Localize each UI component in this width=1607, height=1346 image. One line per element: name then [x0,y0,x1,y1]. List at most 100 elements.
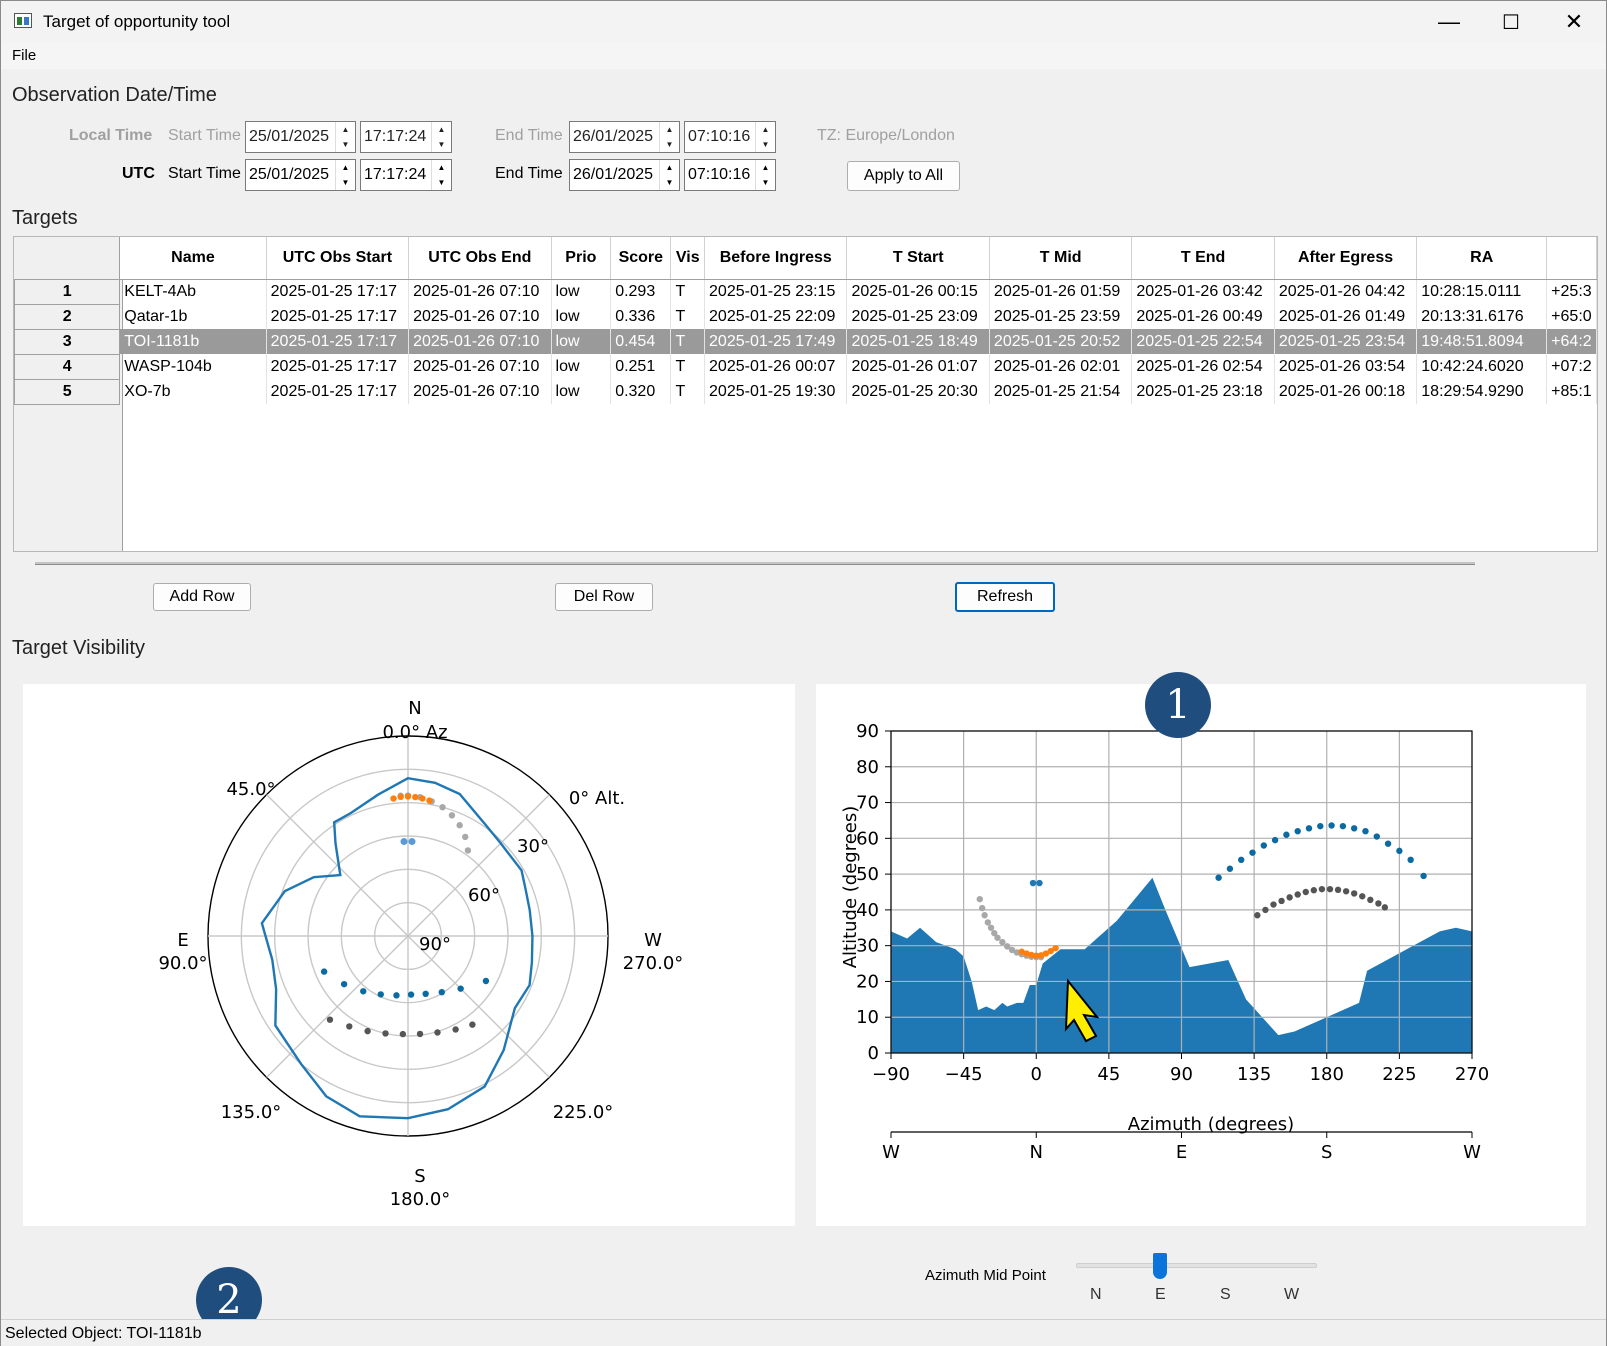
table-cell[interactable]: T [670,329,706,354]
table-cell[interactable]: 2025-01-25 18:49 [846,329,990,354]
table-cell[interactable]: KELT-4Ab [119,279,267,304]
spin-arrows[interactable]: ▲ ▼ [659,160,679,190]
table-cell[interactable]: 2025-01-25 22:09 [704,304,848,329]
table-cell[interactable]: +07:2 [1546,354,1597,379]
table-row[interactable]: 2 Qatar-1b 2025-01-25 17:17 2025-01-26 07:1… [14,304,1597,330]
spin-up-icon[interactable]: ▲ [336,122,355,137]
spin-down-icon[interactable]: ▼ [336,137,355,152]
table-cell[interactable]: +85:1 [1546,379,1597,404]
utc-end-time-input[interactable]: 07:10:16 ▲ ▼ [684,159,776,191]
column-header[interactable] [1546,237,1597,280]
spin-arrows[interactable]: ▲ ▼ [335,160,355,190]
spin-up-icon[interactable]: ▲ [432,122,451,137]
table-cell[interactable]: T [670,379,706,404]
azimuth-slider-handle[interactable] [1153,1253,1167,1279]
table-cell[interactable]: 2025-01-25 21:54 [989,379,1133,404]
table-cell[interactable]: 0.293 [610,279,672,304]
table-row[interactable]: 4 WASP-104b 2025-01-25 17:17 2025-01-26 07:… [14,354,1597,380]
row-header[interactable]: 5 [14,379,121,405]
table-cell[interactable]: low [551,329,612,354]
table-cell[interactable]: 2025-01-26 00:18 [1274,379,1418,404]
table-cell[interactable]: 2025-01-25 23:09 [846,304,990,329]
table-cell[interactable]: +25:3 [1546,279,1597,304]
table-cell[interactable]: 2025-01-25 23:54 [1274,329,1418,354]
column-header[interactable]: T Mid [989,237,1133,280]
table-cell[interactable]: 2025-01-25 17:17 [266,304,410,329]
table-cell[interactable]: 18:29:54.9290 [1416,379,1548,404]
table-cell[interactable]: 2025-01-25 22:54 [1131,329,1275,354]
del-row-button[interactable]: Del Row [555,583,653,611]
local-start-time-input[interactable]: 17:17:24 ▲ ▼ [360,121,452,153]
table-cell[interactable]: 2025-01-26 00:15 [846,279,990,304]
table-cell[interactable]: 2025-01-26 07:10 [408,279,552,304]
table-cell[interactable]: 2025-01-26 03:42 [1131,279,1275,304]
table-row[interactable]: 1 KELT-4Ab 2025-01-25 17:17 2025-01-26 07:1… [14,279,1597,305]
spin-down-icon[interactable]: ▼ [756,175,775,190]
table-cell[interactable]: 2025-01-26 01:59 [989,279,1133,304]
table-cell[interactable]: 2025-01-26 02:01 [989,354,1133,379]
spin-arrows[interactable]: ▲ ▼ [659,122,679,152]
table-cell[interactable]: 2025-01-26 07:10 [408,304,552,329]
azimuth-slider-track[interactable] [1076,1263,1317,1268]
table-cell[interactable]: Qatar-1b [119,304,267,329]
column-header[interactable]: UTC Obs End [408,237,552,280]
table-cell[interactable]: 2025-01-26 01:07 [846,354,990,379]
table-cell[interactable]: 2025-01-25 20:30 [846,379,990,404]
table-cell[interactable]: 2025-01-26 07:10 [408,354,552,379]
table-cell[interactable]: low [551,379,612,404]
close-button[interactable]: ✕ [1544,5,1604,39]
table-cell[interactable]: 2025-01-25 17:17 [266,379,410,404]
column-header[interactable]: After Egress [1274,237,1418,280]
table-cell[interactable]: 2025-01-26 00:07 [704,354,848,379]
table-cell[interactable]: low [551,279,612,304]
column-header[interactable]: Before Ingress [704,237,848,280]
column-header[interactable]: T Start [846,237,990,280]
local-start-date-input[interactable]: 25/01/2025 ▲ ▼ [245,121,356,153]
table-row[interactable]: 3 TOI-1181b 2025-01-25 17:17 2025-01-26 07:… [14,329,1597,355]
spin-up-icon[interactable]: ▲ [432,160,451,175]
column-header[interactable]: T End [1131,237,1275,280]
table-cell[interactable]: 2025-01-26 07:10 [408,329,552,354]
table-cell[interactable]: 2025-01-25 19:30 [704,379,848,404]
table-cell[interactable]: 2025-01-26 07:10 [408,379,552,404]
table-cell[interactable]: WASP-104b [119,354,267,379]
table-cell[interactable]: 2025-01-25 17:17 [266,329,410,354]
table-cell[interactable]: TOI-1181b [119,329,267,354]
spin-down-icon[interactable]: ▼ [432,137,451,152]
table-cell[interactable]: +64:2 [1546,329,1597,354]
table-row[interactable]: 5 XO-7b 2025-01-25 17:17 2025-01-26 07:10 lo… [14,379,1597,405]
table-cell[interactable]: 20:13:31.6176 [1416,304,1548,329]
table-cell[interactable]: 2025-01-26 04:42 [1274,279,1418,304]
row-header[interactable]: 1 [14,279,121,305]
spin-arrows[interactable]: ▲ ▼ [431,160,451,190]
spin-up-icon[interactable]: ▲ [336,160,355,175]
local-end-date-input[interactable]: 26/01/2025 ▲ ▼ [569,121,680,153]
table-cell[interactable]: T [670,354,706,379]
spin-up-icon[interactable]: ▲ [660,160,679,175]
refresh-button[interactable]: Refresh [955,582,1055,612]
table-cell[interactable]: 10:42:24.6020 [1416,354,1548,379]
table-cell[interactable]: 2025-01-26 03:54 [1274,354,1418,379]
column-header[interactable]: Prio [551,237,612,280]
table-cell[interactable]: XO-7b [119,379,267,404]
table-cell[interactable]: 2025-01-26 00:49 [1131,304,1275,329]
spin-down-icon[interactable]: ▼ [336,175,355,190]
table-cell[interactable]: 2025-01-25 17:49 [704,329,848,354]
table-cell[interactable]: low [551,354,612,379]
table-cell[interactable]: 0.320 [610,379,672,404]
utc-end-date-input[interactable]: 26/01/2025 ▲ ▼ [569,159,680,191]
spin-arrows[interactable]: ▲ ▼ [755,122,775,152]
row-header[interactable]: 4 [14,354,121,380]
spin-down-icon[interactable]: ▼ [660,175,679,190]
add-row-button[interactable]: Add Row [153,583,251,611]
spin-arrows[interactable]: ▲ ▼ [755,160,775,190]
row-header[interactable]: 2 [14,304,121,330]
local-end-time-input[interactable]: 07:10:16 ▲ ▼ [684,121,776,153]
apply-to-all-button[interactable]: Apply to All [847,161,960,191]
menu-file[interactable]: File [12,47,36,64]
table-cell[interactable]: T [670,279,706,304]
splitter-handle[interactable] [35,562,1475,565]
spin-up-icon[interactable]: ▲ [756,160,775,175]
spin-arrows[interactable]: ▲ ▼ [335,122,355,152]
table-cell[interactable]: 19:48:51.8094 [1416,329,1548,354]
